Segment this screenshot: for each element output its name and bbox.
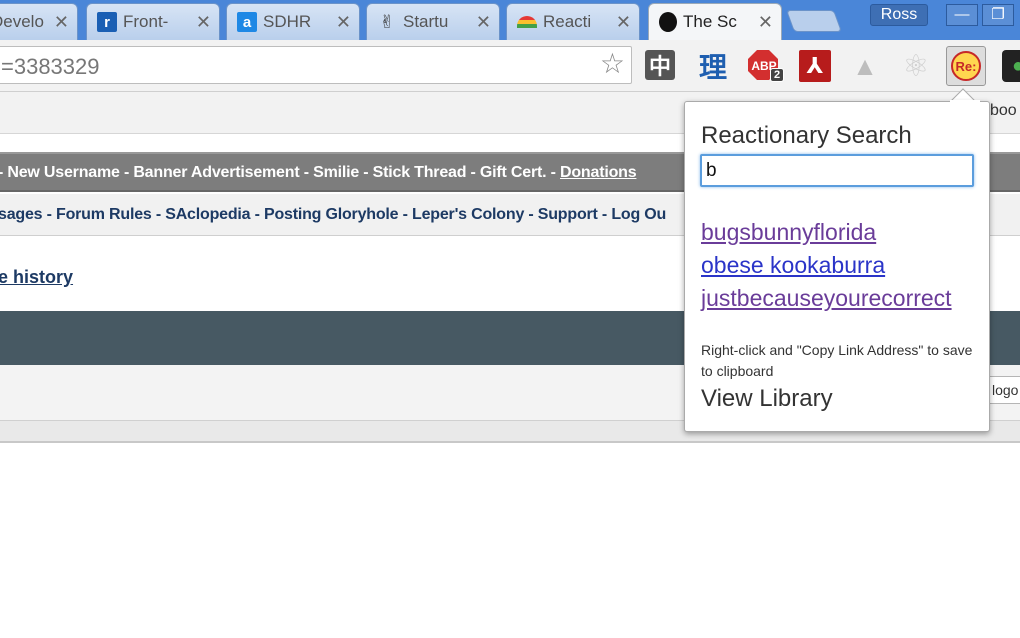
close-icon[interactable]: ✕ <box>336 13 351 31</box>
tab-title: Front- <box>123 12 169 31</box>
r-logo-icon: r <box>97 12 117 32</box>
secondary-nav-links: sages - Forum Rules - SAclopedia - Posti… <box>0 206 666 224</box>
peace-hand-icon: ✌ <box>379 11 395 32</box>
adblock-plus-icon[interactable]: ABP 2 <box>748 50 785 82</box>
logout-button[interactable]: logo <box>985 376 1020 404</box>
nav-separator: - <box>250 206 264 223</box>
green-icon[interactable]: ● <box>1002 50 1020 82</box>
nav-link-lepers-colony[interactable]: Leper's Colony <box>412 206 524 223</box>
extension-glyph: 中 <box>648 54 671 79</box>
extension-glyph: ● <box>1011 54 1020 77</box>
tab-develo[interactable]: Develo ✕ <box>0 3 78 40</box>
close-icon[interactable]: ✕ <box>616 13 631 31</box>
reactionary-icon[interactable]: Re: <box>946 46 986 86</box>
tab-front[interactable]: r Front- ✕ <box>86 3 220 40</box>
nav-link-log-out[interactable]: Log Ou <box>611 206 666 223</box>
extension-glyph: ⚛ <box>902 49 930 83</box>
li-icon[interactable]: 理 <box>697 50 729 83</box>
nav-link-posting-gloryhole[interactable]: Posting Gloryhole <box>264 206 399 223</box>
nav-separator: - <box>42 206 56 223</box>
nav-link-gift-cert[interactable]: Gift Cert. <box>480 164 547 181</box>
profile-button[interactable]: Ross <box>870 4 928 26</box>
bookmark-star-icon[interactable]: ☆ <box>600 50 625 78</box>
address-bar[interactable]: =3383329 ☆ <box>0 46 632 84</box>
result-link[interactable]: justbecauseyourecorrect <box>701 282 952 315</box>
nav-link-new-username[interactable]: New Username <box>7 164 120 181</box>
new-tab-button[interactable] <box>785 10 843 32</box>
tab-startu[interactable]: ✌ Startu ✕ <box>366 3 500 40</box>
extension-glyph: 理 <box>698 52 727 83</box>
result-link[interactable]: obese kookaburra <box>701 249 952 282</box>
nav-separator: - <box>398 206 412 223</box>
minimize-button[interactable]: — <box>946 4 978 26</box>
nav-separator: - <box>524 206 538 223</box>
extension-glyph: ⅄ <box>806 53 824 78</box>
close-icon[interactable]: ✕ <box>758 13 773 31</box>
tab-title: SDHR <box>263 12 312 31</box>
rainbow-icon <box>517 16 537 28</box>
bookmark-item[interactable]: boo <box>990 102 1017 120</box>
view-library-link[interactable]: View Library <box>701 385 833 413</box>
close-icon[interactable]: ✕ <box>54 13 69 31</box>
nav-link-messages[interactable]: sages <box>0 206 43 223</box>
acrobat-icon[interactable]: ⅄ <box>799 50 831 82</box>
nav-link-stick-thread[interactable]: Stick Thread <box>373 164 467 181</box>
result-list: bugsbunnyflorida obese kookaburra justbe… <box>701 216 952 315</box>
drive-icon[interactable]: ▲ <box>849 50 881 82</box>
reactionary-search-popup: Reactionary Search bugsbunnyflorida obes… <box>684 101 990 432</box>
tab-the-sc[interactable]: The Sc ✕ <box>648 3 782 40</box>
nav-separator: - <box>359 164 373 181</box>
primary-nav-links: - New Username - Banner Advertisement - … <box>0 164 637 182</box>
copy-hint: Right-click and "Copy Link Address" to s… <box>701 342 973 379</box>
tab-strip: Develo ✕ r Front- ✕ a SDHR ✕ ✌ Startu ✕ … <box>0 0 1020 40</box>
nav-link-support[interactable]: Support <box>538 206 598 223</box>
nav-link-donations[interactable]: Donations <box>560 164 637 181</box>
browser-toolbar: =3383329 ☆ 中 理 ABP 2 ⅄ ▲ ⚛ Re: ● <box>0 40 1020 92</box>
tab-title: The Sc <box>683 12 737 31</box>
nav-separator: - <box>299 164 314 181</box>
nav-separator: - <box>546 164 560 181</box>
close-icon[interactable]: ✕ <box>196 13 211 31</box>
a-logo-icon: a <box>237 12 257 32</box>
extension-glyph: ▲ <box>852 50 878 81</box>
tab-sdhr[interactable]: a SDHR ✕ <box>226 3 360 40</box>
grenade-icon <box>659 12 677 32</box>
popup-arrow-joint <box>950 100 980 104</box>
nav-separator: - <box>597 206 612 223</box>
maximize-button[interactable]: ❐ <box>982 4 1014 26</box>
zhong-icon[interactable]: 中 <box>645 50 675 80</box>
popup-title: Reactionary Search <box>701 122 912 149</box>
tab-title: Develo <box>0 12 44 31</box>
badge-count: 2 <box>770 68 785 82</box>
nav-separator: - <box>119 164 134 181</box>
tab-title: Reacti <box>543 12 592 31</box>
nav-separator: - <box>151 206 166 223</box>
result-link[interactable]: bugsbunnyflorida <box>701 216 952 249</box>
nav-link-forum-rules[interactable]: Forum Rules <box>56 206 152 223</box>
atom-icon[interactable]: ⚛ <box>900 49 932 83</box>
tab-reacti[interactable]: Reacti ✕ <box>506 3 640 40</box>
nav-link-saclopedia[interactable]: SAclopedia <box>165 206 250 223</box>
history-link[interactable]: e history <box>0 267 73 288</box>
url-text: =3383329 <box>1 54 100 79</box>
nav-link-smilie[interactable]: Smilie <box>313 164 359 181</box>
nav-separator: - <box>466 164 480 181</box>
extension-glyph: Re: <box>951 51 981 81</box>
search-input[interactable] <box>700 154 974 187</box>
tab-title: Startu <box>403 12 449 31</box>
close-icon[interactable]: ✕ <box>476 13 491 31</box>
nav-link-banner-advertisement[interactable]: Banner Advertisement <box>133 164 299 181</box>
